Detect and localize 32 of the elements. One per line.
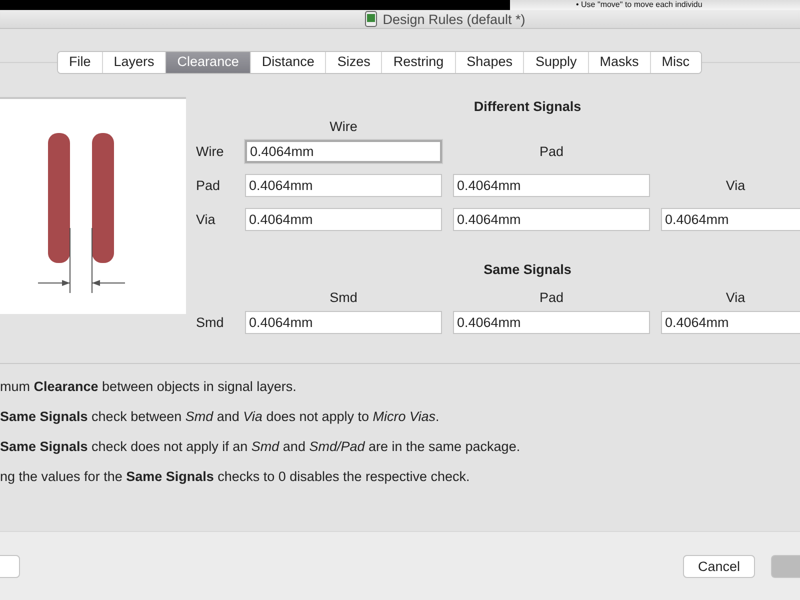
- note-text: Same Signals check does not apply if an Smd and Smd/Pad are in the same package.: [0, 438, 522, 456]
- clearance-input-field[interactable]: 0.4064mm: [245, 174, 442, 197]
- window-title: Design Rules (default *): [382, 12, 526, 26]
- cancel-button[interactable]: Cancel: [682, 555, 755, 578]
- column-header: Pad: [539, 290, 564, 305]
- clearance-input-field[interactable]: 0.4064mm: [453, 311, 650, 334]
- clearance-input-field[interactable]: 0.4064mm: [245, 208, 442, 231]
- column-header: Wire: [330, 119, 358, 134]
- row-label: Via: [196, 212, 216, 226]
- row-label: Pad: [196, 178, 222, 192]
- background-note-text: • Use "move" to move each individu: [576, 0, 702, 10]
- tab[interactable]: Shapes: [456, 52, 524, 73]
- column-header: Smd: [330, 290, 358, 305]
- tab[interactable]: File: [58, 52, 103, 73]
- clearance-input-field[interactable]: 0.4064mm: [245, 311, 442, 334]
- clearance-input-field[interactable]: 0.4064mm: [245, 140, 442, 163]
- clearance-input-field[interactable]: 0.4064mm: [661, 208, 800, 231]
- column-header: Pad: [539, 144, 564, 158]
- clearance-input-field[interactable]: 0.4064mm: [453, 174, 650, 197]
- note-text: ng the values for the Same Signals checks to 0 disables the respective check.: [0, 468, 471, 486]
- column-header: Via: [726, 290, 746, 305]
- section-heading: Same Signals: [484, 262, 572, 279]
- clearance-input-field[interactable]: 0.4064mm: [453, 208, 650, 231]
- clearance-input-field[interactable]: 0.4064mm: [661, 311, 800, 334]
- dialog-button[interactable]: [771, 555, 800, 578]
- row-label: Wire: [196, 144, 225, 158]
- document-icon: [364, 11, 377, 27]
- row-label: Smd: [196, 314, 225, 330]
- section-heading: Different Signals: [474, 99, 582, 116]
- note-text: mum Clearance between objects in signal layers.: [0, 378, 298, 396]
- note-text: Same Signals check between Smd and Via does not apply to Micro Vias.: [0, 408, 440, 426]
- column-header: Via: [726, 178, 746, 192]
